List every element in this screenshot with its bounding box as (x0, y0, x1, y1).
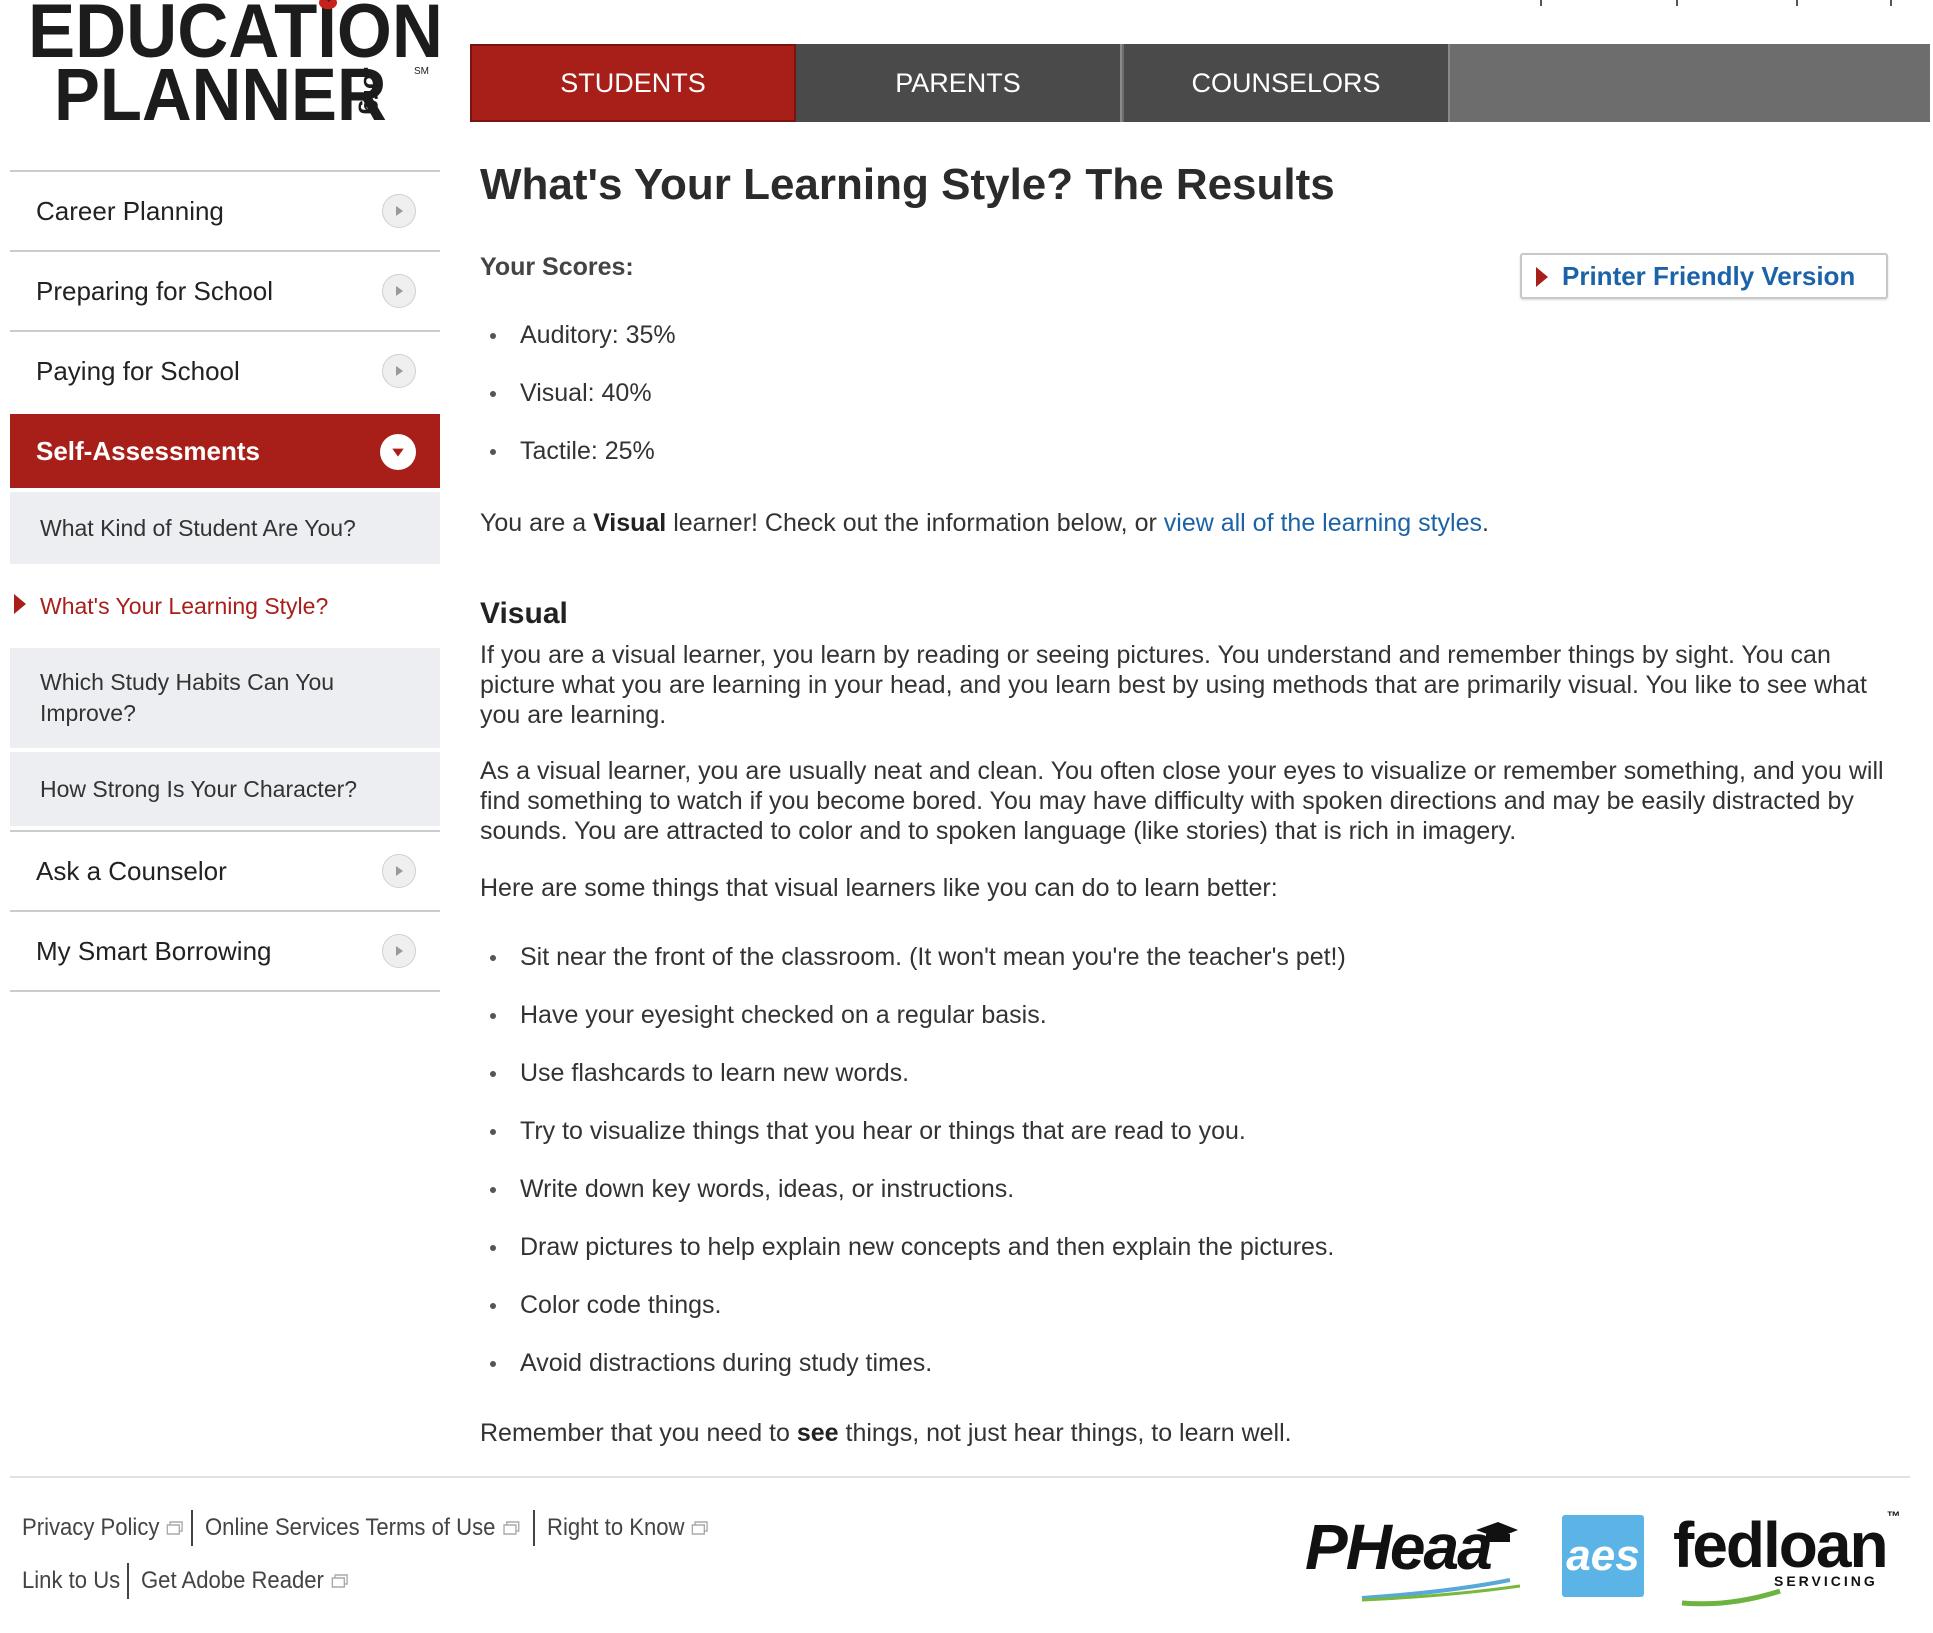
scores-list: Auditory: 35% Visual: 40% Tactile: 25% (480, 320, 676, 494)
closing-emphasis: see (796, 1419, 839, 1447)
arrow-right-icon (382, 194, 416, 228)
arrow-down-icon (380, 434, 416, 470)
get-adobe-reader-link[interactable]: Get Adobe Reader (141, 1567, 348, 1595)
tip-item: Color code things. (480, 1290, 1346, 1348)
arrow-right-icon (382, 854, 416, 888)
result-statement: You are a Visual learner! Check out the … (480, 508, 1900, 538)
closing-statement: Remember that you need to see things, no… (480, 1418, 1900, 1448)
tip-item: Try to visualize things that you hear or… (480, 1116, 1346, 1174)
footer-link-label: Get Adobe Reader (140, 1567, 324, 1594)
tab-counselors[interactable]: COUNSELORS (1124, 44, 1450, 122)
external-window-icon (692, 1521, 709, 1535)
subitem-label: Which Study Habits Can You Improve? (40, 669, 335, 726)
footer-link-label: Privacy Policy (22, 1514, 160, 1541)
sidebar-nav: Career Planning Preparing for School Pay… (10, 170, 440, 992)
view-all-learning-styles-link[interactable]: view all of the learning styles (1164, 509, 1482, 537)
subitem-label: What's Your Learning Style? (40, 592, 329, 619)
score-item: Auditory: 35% (480, 320, 676, 378)
arrow-right-icon (382, 934, 416, 968)
tab-parents[interactable]: PARENTS (796, 44, 1122, 122)
footer-links-row-2: Link to Us Get Adobe Reader (22, 1561, 366, 1601)
scores-label: Your Scores: (480, 253, 634, 281)
pheaa-logo[interactable]: PHeaa (1305, 1510, 1493, 1584)
fedloan-tm: ™ (1886, 1508, 1901, 1524)
tip-item: Have your eyesight checked on a regular … (480, 1000, 1346, 1058)
right-to-know-link[interactable]: Right to Know (547, 1514, 709, 1542)
sidebar-item-preparing-for-school[interactable]: Preparing for School (10, 250, 440, 330)
subitem-character[interactable]: How Strong Is Your Character? (10, 752, 440, 826)
closing-suffix: things, not just hear things, to learn w… (838, 1419, 1292, 1447)
result-prefix: You are a (480, 509, 594, 537)
footer-separator (533, 1510, 536, 1546)
sidebar-item-label: Self-Assessments (36, 435, 260, 466)
external-window-icon (167, 1521, 184, 1535)
fedloan-swoosh-icon (1681, 1588, 1781, 1607)
result-middle: learner! Check out the information below… (666, 509, 1164, 537)
sidebar-item-label: Career Planning (36, 195, 224, 226)
footer-links-row-1: Privacy Policy Online Services Terms of … (22, 1508, 722, 1548)
score-item: Visual: 40% (480, 378, 676, 436)
subitem-what-kind-of-student[interactable]: What Kind of Student Are You? (10, 492, 440, 564)
closing-prefix: Remember that you need to (480, 1419, 797, 1447)
tip-item: Draw pictures to help explain new concep… (480, 1232, 1346, 1290)
paragraph-visual-2: As a visual learner, you are usually nea… (480, 757, 1884, 845)
sidebar-item-label: My Smart Borrowing (36, 935, 272, 966)
tip-item: Use flashcards to learn new words. (480, 1058, 1346, 1116)
subitem-label: How Strong Is Your Character? (40, 775, 358, 802)
graduation-cap-icon (1476, 1522, 1518, 1542)
sidebar-item-my-smart-borrowing[interactable]: My Smart Borrowing (10, 910, 440, 990)
fedloan-logo[interactable]: fedloan™ (1673, 1508, 1901, 1582)
current-page-marker-icon (14, 594, 26, 614)
result-style: Visual (593, 509, 667, 537)
online-services-terms-link[interactable]: Online Services Terms of Use (205, 1514, 520, 1542)
printer-friendly-button[interactable]: Printer Friendly Version (1520, 253, 1888, 299)
footer-link-label: Right to Know (547, 1514, 685, 1541)
sidebar-item-label: Preparing for School (36, 275, 274, 306)
logo-org: .org (358, 66, 388, 116)
footer-separator (126, 1563, 129, 1599)
tab-students[interactable]: STUDENTS (470, 44, 796, 122)
sidebar-item-label: Ask a Counselor (36, 855, 227, 886)
top-navigation: STUDENTS PARENTS COUNSELORS (470, 44, 1930, 122)
footer-link-label: Online Services Terms of Use (205, 1514, 496, 1541)
sidebar-item-label: Paying for School (36, 355, 240, 386)
external-window-icon (331, 1574, 348, 1588)
privacy-policy-link[interactable]: Privacy Policy (22, 1514, 184, 1542)
arrow-right-icon (1536, 267, 1548, 287)
external-window-icon (503, 1521, 520, 1535)
footer-separator (191, 1510, 194, 1546)
sidebar-bottom-divider (10, 990, 440, 992)
sidebar-item-paying-for-school[interactable]: Paying for School (10, 330, 440, 410)
arrow-right-icon (382, 274, 416, 308)
logo-line-2: PLANNER (54, 53, 387, 136)
result-suffix: . (1481, 509, 1489, 537)
section-title: Visual (480, 597, 568, 630)
footer-divider (10, 1476, 1910, 1478)
score-item: Tactile: 25% (480, 436, 676, 494)
logo-sm-mark: SM (414, 66, 429, 77)
footer-link-label: Link to Us (22, 1567, 121, 1594)
arrow-right-icon (382, 354, 416, 388)
tip-item: Write down key words, ideas, or instruct… (480, 1174, 1346, 1232)
tips-intro: Here are some things that visual learner… (480, 874, 1278, 902)
sidebar-item-ask-a-counselor[interactable]: Ask a Counselor (10, 830, 440, 910)
sidebar-item-self-assessments[interactable]: Self-Assessments (10, 412, 440, 488)
paragraph-visual-1: If you are a visual learner, you learn b… (480, 641, 1867, 729)
tip-item: Sit near the front of the classroom. (It… (480, 942, 1346, 1000)
link-to-us-link[interactable]: Link to Us (22, 1567, 120, 1595)
fedloan-wordmark: fedloan (1673, 1509, 1889, 1581)
page-title: What's Your Learning Style? The Results (480, 160, 1335, 209)
tip-item: Avoid distractions during study times. (480, 1348, 1346, 1406)
pheaa-swoosh-icon (1361, 1578, 1521, 1602)
tips-list: Sit near the front of the classroom. (It… (480, 942, 1346, 1406)
subitem-label: What Kind of Student Are You? (40, 514, 356, 541)
subitem-study-habits[interactable]: Which Study Habits Can You Improve? (10, 648, 440, 748)
aes-logo[interactable]: aes (1562, 1515, 1644, 1597)
printer-friendly-label: Printer Friendly Version (1562, 260, 1856, 291)
subitem-learning-style[interactable]: What's Your Learning Style? (10, 568, 440, 644)
education-planner-logo[interactable]: EDUCATION PLANNER .org SM (28, 0, 443, 136)
sidebar-item-career-planning[interactable]: Career Planning (10, 170, 440, 250)
apple-icon (319, 0, 337, 10)
